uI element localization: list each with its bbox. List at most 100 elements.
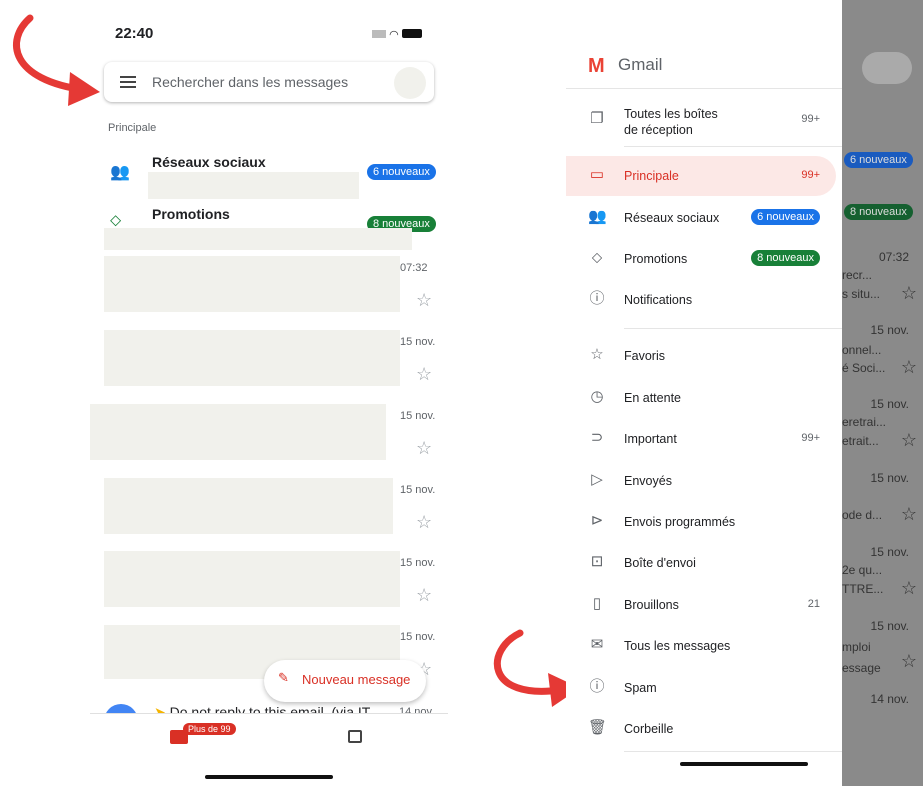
redaction xyxy=(104,256,400,312)
star-icon: ☆ xyxy=(900,504,917,524)
compose-button[interactable]: ✎ Nouveau message xyxy=(264,660,426,702)
item-label: En attente xyxy=(624,391,681,405)
outbox-icon: ⊡ xyxy=(590,553,604,570)
item-count: 99+ xyxy=(801,113,820,125)
star-icon[interactable]: ☆ xyxy=(416,585,432,606)
drawer-item-spam[interactable]: ⓘ Spam xyxy=(566,668,836,708)
promotions-badge: 8 nouveaux xyxy=(844,204,913,220)
drawer-item-en-attente[interactable]: ◷ En attente xyxy=(566,378,836,418)
item-label: Notifications xyxy=(624,293,693,307)
star-icon: ☆ xyxy=(900,283,917,303)
redaction xyxy=(104,478,393,534)
dimmed-text: 2e qu... xyxy=(842,563,883,577)
drawer-item-principale[interactable]: ▭ Principale 99+ xyxy=(566,156,836,196)
status-time: 22:40 xyxy=(115,25,154,42)
people-icon: 👥 xyxy=(110,164,130,181)
drawer-item-notifications[interactable]: ⓘ Notifications xyxy=(566,280,836,320)
item-label: Corbeille xyxy=(624,722,674,736)
dimmed-text: mploi xyxy=(842,640,871,654)
star-icon[interactable]: ☆ xyxy=(416,512,432,533)
search-input[interactable]: Rechercher dans les messages xyxy=(152,74,348,90)
tag-icon: ⬦ xyxy=(591,249,603,266)
star-icon: ☆ xyxy=(900,357,917,377)
redaction xyxy=(104,228,412,250)
item-badge: 6 nouveaux xyxy=(751,209,820,225)
signal-icon xyxy=(372,30,386,38)
message-date: 07:32 xyxy=(400,262,428,274)
hamburger-menu-icon[interactable] xyxy=(120,76,136,88)
annotation-arrow xyxy=(13,14,100,106)
battery-icon xyxy=(401,29,422,38)
dimmed-text: é Soci... xyxy=(842,361,886,375)
star-icon: ☆ xyxy=(590,346,604,363)
navigation-drawer: M Gmail ❐ Toutes les boîtes de réception 9… xyxy=(566,0,842,786)
message-date: 15 nov. xyxy=(400,336,436,348)
drawer-item-favoris[interactable]: ☆ Favoris xyxy=(566,336,836,376)
drawer-item-important[interactable]: ⊃ Important 99+ xyxy=(566,419,836,459)
category-social[interactable]: Réseaux sociaux xyxy=(152,154,266,170)
star-icon[interactable]: ☆ xyxy=(416,364,432,385)
dimmed-text: 14 nov. xyxy=(870,692,909,706)
drawer-item-envoyés[interactable]: ▷ Envoyés xyxy=(566,461,836,501)
dimmed-inbox[interactable]: 6 nouveaux 8 nouveaux 07:32 recr... s situ… xyxy=(842,0,923,786)
dimmed-text: ode d... xyxy=(842,508,883,522)
video-icon[interactable] xyxy=(348,730,362,743)
item-count: 99+ xyxy=(801,169,820,181)
drawer-item-tous-les-messages[interactable]: ✉ Tous les messages xyxy=(566,626,836,666)
star-icon: ☆ xyxy=(900,578,917,598)
draft-icon: ▯ xyxy=(592,595,602,612)
home-indicator xyxy=(205,775,333,779)
avatar[interactable] xyxy=(394,67,426,99)
clock-icon: ◷ xyxy=(590,388,604,405)
dimmed-text: etrait... xyxy=(842,434,879,448)
pencil-icon: ✎ xyxy=(278,670,289,685)
dimmed-text: 07:32 xyxy=(878,250,909,264)
scheduled-send-icon: ⊳ xyxy=(590,512,604,529)
item-label: Boîte d'envoi xyxy=(624,556,696,570)
brand-name: Gmail xyxy=(618,55,663,74)
dimmed-text: 15 nov. xyxy=(870,619,909,633)
star-icon[interactable]: ☆ xyxy=(416,438,432,459)
item-count: 21 xyxy=(807,598,820,610)
item-label: Spam xyxy=(624,681,657,695)
item-label: Favoris xyxy=(624,349,665,363)
dimmed-text: s situ... xyxy=(842,287,881,301)
star-icon[interactable]: ☆ xyxy=(416,290,432,311)
drawer-item-brouillons[interactable]: ▯ Brouillons 21 xyxy=(566,585,836,625)
dimmed-text: 15 nov. xyxy=(870,545,909,559)
search-bar[interactable]: Rechercher dans les messages xyxy=(104,62,434,102)
redaction xyxy=(148,172,359,199)
dimmed-text: 15 nov. xyxy=(870,323,909,337)
item-label: Toutes les boîtes de réception xyxy=(624,107,718,137)
category-promotions[interactable]: Promotions xyxy=(152,206,230,222)
message-date: 15 nov. xyxy=(400,631,436,643)
divider xyxy=(624,751,842,752)
dimmed-text: eretrai... xyxy=(842,415,887,429)
item-label: Réseaux sociaux xyxy=(624,211,720,225)
star-icon: ☆ xyxy=(900,651,917,671)
drawer-item-boîte-d-envoi[interactable]: ⊡ Boîte d'envoi xyxy=(566,543,836,583)
message-date: 15 nov. xyxy=(400,484,436,496)
avatar xyxy=(862,52,912,84)
item-label: Important xyxy=(624,432,677,446)
drawer-item-toutes-les-boîtes-de-réception[interactable]: ❐ Toutes les boîtes de réception 99+ xyxy=(566,100,836,140)
dimmed-text: TTRE... xyxy=(842,582,884,596)
spam-icon: ⓘ xyxy=(589,678,605,695)
item-count: 99+ xyxy=(801,432,820,444)
drawer-item-envois-programmés[interactable]: ⊳ Envois programmés xyxy=(566,502,836,542)
redaction xyxy=(90,404,386,460)
wifi-icon: ◠ xyxy=(389,29,399,41)
star-icon: ☆ xyxy=(900,430,917,450)
drawer-item-promotions[interactable]: ⬦ Promotions 8 nouveaux xyxy=(566,239,836,279)
drawer-item-corbeille[interactable]: 🗑 Corbeille xyxy=(566,709,836,749)
message-date: 15 nov. xyxy=(400,557,436,569)
drawer-item-réseaux-sociaux[interactable]: 👥 Réseaux sociaux 6 nouveaux xyxy=(566,198,836,238)
compose-label: Nouveau message xyxy=(302,672,411,687)
redaction xyxy=(104,551,400,607)
divider xyxy=(624,328,842,329)
section-label: Principale xyxy=(108,122,157,134)
divider xyxy=(566,88,842,89)
mail-count-badge: Plus de 99 xyxy=(183,723,236,735)
item-label: Promotions xyxy=(624,252,688,266)
info-icon: ⓘ xyxy=(589,290,605,307)
